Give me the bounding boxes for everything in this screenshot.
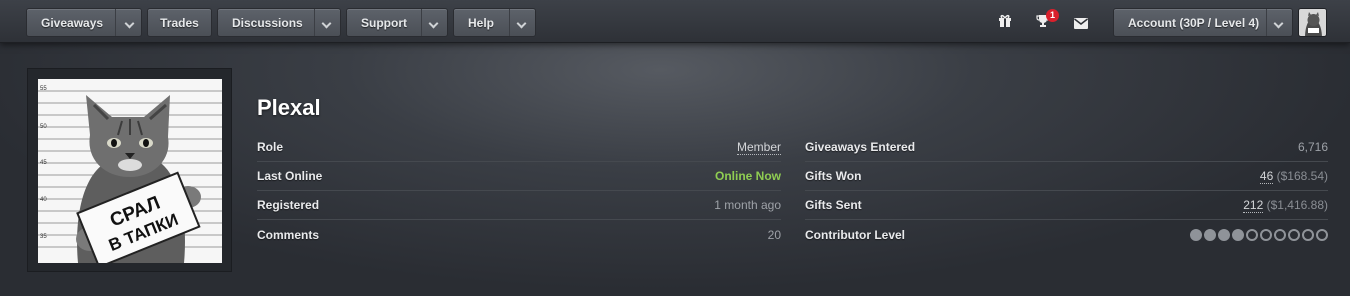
- contributor-level-dot-filled: [1218, 228, 1230, 241]
- registered-value: 1 month ago: [714, 198, 781, 212]
- giveaways-label: Giveaways: [41, 15, 104, 30]
- contributor-level-dot-filled: [1204, 228, 1216, 241]
- gift-icon[interactable]: [998, 14, 1012, 30]
- gifts-sent-value: ($1,416.88): [1266, 198, 1328, 212]
- profile-avatar-frame: 55 50 45 40 35 СРАЛ В ТАПКИ: [27, 68, 232, 272]
- giveaways-entered-value: 6,716: [1297, 140, 1328, 154]
- account-label: Account (30P / Level 4): [1128, 15, 1260, 30]
- account-menu-button[interactable]: Account (30P / Level 4): [1113, 8, 1293, 37]
- gifts-won-label: Gifts Won: [805, 169, 862, 183]
- giveaways-menu-button[interactable]: Giveaways: [26, 8, 142, 37]
- last-online-label: Last Online: [257, 169, 323, 183]
- role-value-link[interactable]: Member: [736, 140, 781, 155]
- gifts-sent-label: Gifts Sent: [805, 198, 862, 212]
- giveaways-entered-label: Giveaways Entered: [805, 140, 916, 154]
- contributor-level-dot-empty: [1316, 228, 1328, 241]
- divider: [115, 9, 116, 36]
- stat-row-giveaways-entered: Giveaways Entered 6,716: [805, 133, 1328, 162]
- contributor-level-dot-filled: [1232, 228, 1244, 241]
- trades-label: Trades: [160, 15, 199, 30]
- contributor-level-meter[interactable]: [1190, 228, 1328, 241]
- contributor-level-dot-empty: [1288, 228, 1300, 241]
- role-label: Role: [257, 140, 284, 154]
- stat-row-contributor-level: Contributor Level: [805, 220, 1328, 249]
- stat-row-registered: Registered 1 month ago: [257, 191, 781, 220]
- profile-username: Plexal: [257, 95, 321, 120]
- chevron-down-icon[interactable]: [321, 18, 332, 29]
- profile-avatar: 55 50 45 40 35 СРАЛ В ТАПКИ: [38, 79, 222, 263]
- discussions-label: Discussions: [232, 15, 303, 30]
- gifts-sent-count-link[interactable]: 212: [1243, 198, 1264, 213]
- stat-row-gifts-won: Gifts Won 46 ($168.54): [805, 162, 1328, 191]
- stat-row-gifts-sent: Gifts Sent 212 ($1,416.88): [805, 191, 1328, 220]
- user-avatar[interactable]: [1298, 8, 1327, 37]
- comments-value: 20: [767, 227, 781, 242]
- divider: [1266, 9, 1267, 36]
- divider: [314, 9, 315, 36]
- svg-text:55: 55: [40, 86, 47, 92]
- stat-row-role: Role Member: [257, 133, 781, 162]
- last-online-value: Online Now: [715, 169, 781, 183]
- stat-row-last-online: Last Online Online Now: [257, 162, 781, 191]
- discussions-menu-button[interactable]: Discussions: [217, 8, 341, 37]
- gifts-won-value: ($168.54): [1276, 169, 1328, 183]
- notification-badge: 1: [1046, 9, 1059, 22]
- svg-text:50: 50: [40, 124, 47, 130]
- contributor-level-dot-filled: [1190, 228, 1202, 241]
- contributor-level-label: Contributor Level: [805, 227, 906, 242]
- svg-text:40: 40: [40, 197, 47, 203]
- contributor-level-dot-empty: [1246, 228, 1258, 241]
- support-menu-button[interactable]: Support: [346, 8, 448, 37]
- help-menu-button[interactable]: Help: [453, 8, 536, 37]
- support-label: Support: [361, 15, 407, 30]
- svg-text:45: 45: [40, 160, 47, 166]
- registered-label: Registered: [257, 198, 320, 212]
- top-nav-bar: Giveaways Trades Discussions Support Hel…: [0, 0, 1350, 43]
- divider: [421, 9, 422, 36]
- chevron-down-icon[interactable]: [124, 18, 135, 29]
- comments-label: Comments: [257, 227, 320, 242]
- trades-button[interactable]: Trades: [147, 8, 212, 37]
- help-label: Help: [468, 15, 495, 30]
- divider: [509, 9, 510, 36]
- contributor-level-dot-empty: [1260, 228, 1272, 241]
- contributor-level-dot-empty: [1302, 228, 1314, 241]
- svg-text:35: 35: [40, 234, 47, 240]
- mail-icon[interactable]: [1074, 16, 1088, 32]
- chevron-down-icon[interactable]: [516, 18, 527, 29]
- contributor-level-dot-empty: [1274, 228, 1286, 241]
- chevron-down-icon[interactable]: [1273, 18, 1284, 29]
- stat-row-comments: Comments 20: [257, 220, 781, 249]
- gifts-won-count-link[interactable]: 46: [1259, 169, 1274, 184]
- chevron-down-icon[interactable]: [428, 18, 439, 29]
